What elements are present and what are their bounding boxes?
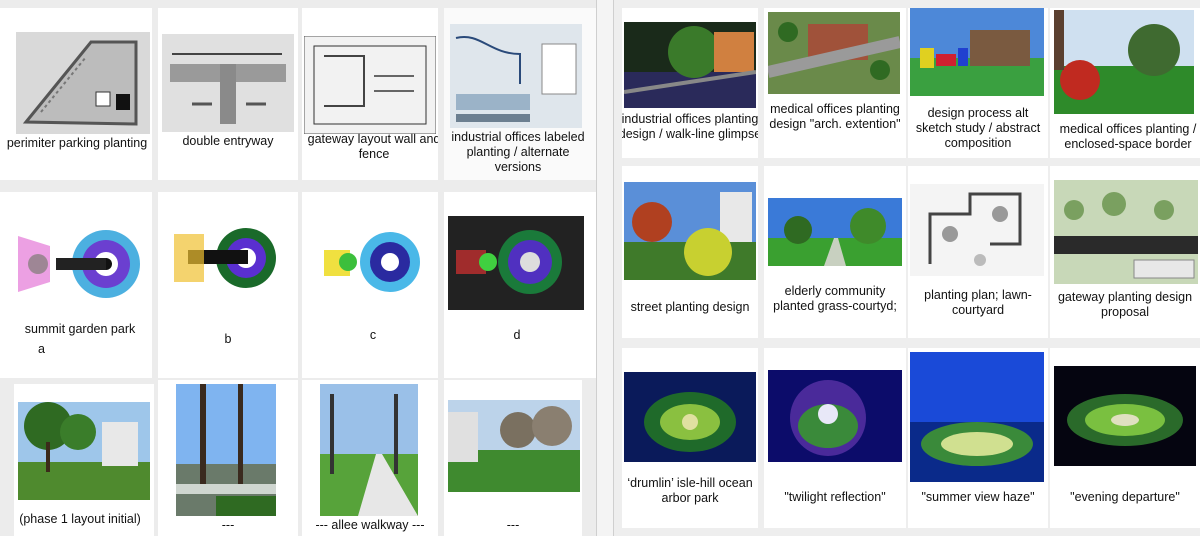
- gateway-plan-sketch-thumbnail[interactable]: [304, 36, 436, 134]
- gallery-card[interactable]: design process alt sketch study / abstra…: [908, 8, 1048, 158]
- medical-offices-aerial-thumbnail[interactable]: [768, 12, 900, 94]
- card-caption: design process alt sketch study / abstra…: [915, 106, 1041, 150]
- gallery-card[interactable]: gateway layout wall and fence: [302, 8, 438, 180]
- allee-photo-thumbnail[interactable]: [18, 402, 150, 500]
- radial-garden-plan-dark-thumbnail[interactable]: [448, 216, 584, 310]
- gallery-card[interactable]: ---: [158, 380, 298, 536]
- radial-garden-plan-thumbnail[interactable]: [168, 214, 296, 306]
- industrial-offices-photo-thumbnail[interactable]: [624, 22, 756, 108]
- card-caption: ---: [221, 518, 235, 532]
- gallery-card[interactable]: perimiter parking planting: [0, 8, 152, 180]
- card-caption: ---: [506, 518, 520, 532]
- gallery-card[interactable]: medical offices planting / enclosed-spac…: [1050, 8, 1200, 158]
- site-plan-sketch-thumbnail[interactable]: [16, 32, 150, 134]
- allee-lawn-photo-thumbnail[interactable]: [448, 400, 580, 492]
- card-caption: --- allee walkway ---: [315, 518, 425, 532]
- card-caption: industrial offices planting design / wal…: [622, 112, 758, 141]
- card-caption: industrial offices labeled planting / al…: [451, 130, 585, 174]
- gallery-card[interactable]: gateway planting design proposal: [1050, 166, 1200, 338]
- gallery-card[interactable]: industrial offices planting design / wal…: [622, 8, 758, 158]
- gallery-card[interactable]: --- allee walkway ---: [302, 380, 438, 536]
- variant-letter: a: [38, 342, 45, 356]
- panel-divider[interactable]: [596, 0, 614, 536]
- variant-letter: b: [224, 332, 232, 346]
- card-caption: "summer view haze": [921, 490, 1035, 504]
- card-caption: gateway layout wall and fence: [307, 132, 438, 161]
- card-caption: elderly community planted grass-courtyd;: [773, 284, 897, 313]
- radial-garden-plan-thumbnail[interactable]: [16, 206, 150, 316]
- gateway-proposal-plan-thumbnail[interactable]: [1054, 180, 1198, 284]
- summer-haze-render-thumbnail[interactable]: [910, 352, 1044, 482]
- right-gallery-panel: industrial offices planting design / wal…: [614, 0, 1200, 536]
- card-caption: "evening departure": [1070, 490, 1180, 504]
- drumlin-park-render-thumbnail[interactable]: [624, 372, 756, 462]
- gallery-card[interactable]: elderly community planted grass-courtyd;: [764, 166, 906, 338]
- twilight-render-thumbnail[interactable]: [768, 370, 902, 462]
- gallery-card[interactable]: double entryway: [158, 8, 298, 180]
- gallery-card[interactable]: industrial offices labeled planting / al…: [444, 8, 596, 180]
- gallery-card[interactable]: c: [302, 192, 438, 378]
- card-caption: perimiter parking planting: [6, 136, 148, 150]
- gallery-card[interactable]: planting plan; lawn-courtyard: [908, 166, 1048, 338]
- gallery-card[interactable]: ‘drumlin’ isle-hill ocean arbor park: [622, 348, 758, 528]
- street-planting-photo-thumbnail[interactable]: [624, 182, 756, 280]
- evening-departure-render-thumbnail[interactable]: [1054, 366, 1196, 466]
- card-caption: planting plan; lawn-courtyard: [924, 288, 1032, 317]
- variant-letter: c: [369, 328, 377, 342]
- allee-photo-thumbnail[interactable]: [176, 384, 276, 516]
- card-caption: ‘drumlin’ isle-hill ocean arbor park: [627, 476, 753, 505]
- gallery-card[interactable]: "summer view haze": [908, 348, 1048, 528]
- card-caption: "twilight reflection": [784, 490, 886, 504]
- card-caption: double entryway: [182, 134, 274, 148]
- entry-plan-sketch-thumbnail[interactable]: [162, 34, 294, 132]
- gallery-card[interactable]: "twilight reflection": [764, 348, 906, 528]
- gallery-card[interactable]: b: [158, 192, 298, 378]
- card-caption: medical offices planting / enclosed-spac…: [1059, 122, 1197, 151]
- gallery-card[interactable]: d: [444, 192, 596, 378]
- gallery-card[interactable]: ---: [444, 380, 582, 536]
- variant-letter: d: [513, 328, 521, 342]
- gallery-card[interactable]: medical offices planting design "arch. e…: [764, 8, 906, 158]
- gallery-card[interactable]: (phase 1 layout initial): [14, 384, 154, 536]
- labeled-plan-thumbnail[interactable]: [450, 24, 582, 128]
- card-caption: gateway planting design proposal: [1057, 290, 1193, 319]
- card-caption: medical offices planting design "arch. e…: [769, 102, 901, 131]
- allee-walkway-photo-thumbnail[interactable]: [320, 384, 418, 516]
- card-caption: summit garden park: [24, 322, 136, 336]
- gallery-card[interactable]: street planting design: [622, 166, 758, 338]
- left-gallery-panel: perimiter parking planting double entryw…: [0, 0, 596, 536]
- planting-plan-sketch-thumbnail[interactable]: [910, 184, 1044, 276]
- card-caption: street planting design: [630, 300, 750, 314]
- gallery-card[interactable]: summit garden park a: [0, 192, 152, 378]
- enclosed-border-photo-thumbnail[interactable]: [1054, 10, 1194, 114]
- gallery-card[interactable]: "evening departure": [1050, 348, 1200, 528]
- radial-garden-plan-thumbnail[interactable]: [310, 220, 436, 308]
- abstract-composition-thumbnail[interactable]: [910, 8, 1044, 96]
- courtyard-photo-thumbnail[interactable]: [768, 198, 902, 266]
- card-caption: (phase 1 layout initial): [19, 512, 141, 526]
